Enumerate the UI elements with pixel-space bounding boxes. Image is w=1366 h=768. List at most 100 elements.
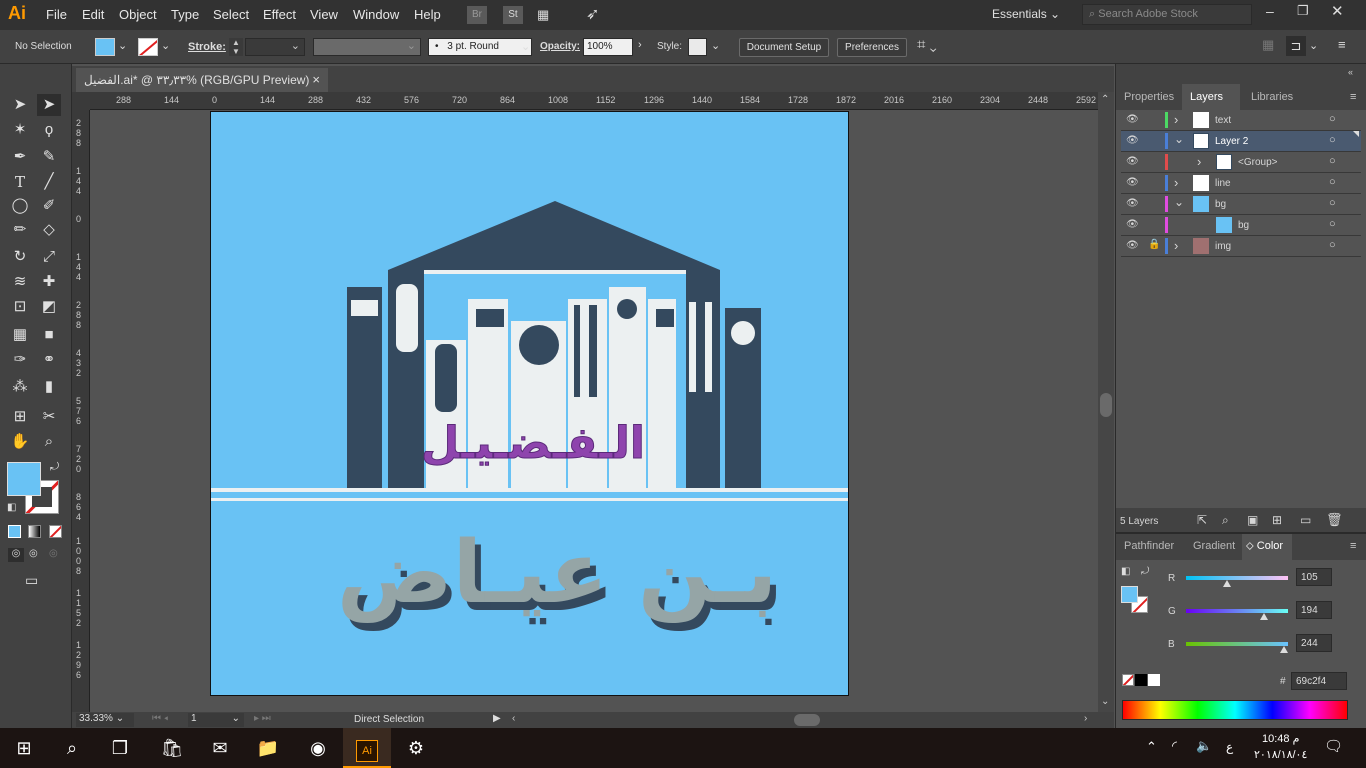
none-mode-icon[interactable] xyxy=(49,525,62,538)
arrange-documents-icon[interactable]: ▦ ⌄ xyxy=(537,7,563,38)
artboard[interactable]: الـفـضـيـل بـن عيـاض بـن عيـاض xyxy=(210,111,849,696)
tab-pathfinder[interactable]: Pathfinder xyxy=(1124,540,1174,552)
color-menu-icon[interactable]: ≡ xyxy=(1350,540,1356,552)
direct-selection-tool-icon[interactable]: ➤ xyxy=(37,94,61,116)
color-spectrum[interactable] xyxy=(1122,700,1348,720)
stroke-weight-stepper[interactable]: ▲ ▼ xyxy=(229,38,243,56)
layer-row-group[interactable]: 👁 › <Group> ○ xyxy=(1121,152,1361,173)
show-hidden-icons[interactable]: ⌃ xyxy=(1146,739,1157,755)
input-language[interactable]: ع xyxy=(1226,740,1233,754)
vertical-ruler[interactable]: 2 8 8 1 4 4 0 1 4 4 2 8 8 4 3 2 5 7 6 7 … xyxy=(72,110,90,712)
scroll-up-icon[interactable]: ⌃ xyxy=(1101,94,1109,105)
stock-search-field[interactable]: ⌕ Search Adobe Stock xyxy=(1082,4,1252,25)
target-circle-icon[interactable]: ○ xyxy=(1329,134,1336,146)
blue-value-field[interactable]: 244 xyxy=(1296,634,1332,652)
red-value-field[interactable]: 105 xyxy=(1296,568,1332,586)
menu-file[interactable]: File xyxy=(46,7,67,22)
expand-chevron-icon[interactable]: ⌄ xyxy=(1174,132,1184,146)
target-circle-icon[interactable]: ○ xyxy=(1329,239,1336,251)
tab-properties[interactable]: Properties xyxy=(1124,84,1174,110)
visibility-eye-icon[interactable]: 👁 xyxy=(1126,156,1139,167)
menu-type[interactable]: Type xyxy=(171,7,199,22)
style-dropdown-icon[interactable]: ⌄ xyxy=(711,39,720,52)
scroll-right-icon[interactable]: › xyxy=(1084,713,1087,724)
delete-layer-icon[interactable]: 🗑 xyxy=(1326,512,1343,528)
next-artboard-icon[interactable]: ▸ ⏭ xyxy=(254,713,271,724)
visibility-eye-icon[interactable]: 👁 xyxy=(1126,198,1139,209)
task-view-icon[interactable]: ❐ xyxy=(96,728,144,768)
status-menu-icon[interactable]: ▶ xyxy=(493,713,501,724)
notifications-icon[interactable]: 🗨 xyxy=(1324,737,1343,755)
layers-menu-icon[interactable]: ≡ xyxy=(1350,91,1356,103)
menu-effect[interactable]: Effect xyxy=(263,7,296,22)
new-sublayer-icon[interactable]: ⊞ xyxy=(1272,513,1282,527)
expand-chevron-icon[interactable]: › xyxy=(1174,112,1178,127)
layer-name[interactable]: line xyxy=(1215,178,1231,189)
export-icon[interactable]: ⇱ xyxy=(1197,513,1207,527)
close-window-button[interactable]: ✕ xyxy=(1331,2,1344,20)
menu-select[interactable]: Select xyxy=(213,7,249,22)
draw-behind-icon[interactable]: ◎ xyxy=(29,548,38,559)
blue-slider-thumb[interactable] xyxy=(1280,646,1288,653)
perspective-grid-icon[interactable]: ▦ xyxy=(8,324,32,346)
chrome-icon[interactable]: ◉ xyxy=(294,728,342,768)
type-tool-icon[interactable]: T xyxy=(8,171,32,193)
layer-name[interactable]: <Group> xyxy=(1238,157,1277,168)
symbol-sprayer-icon[interactable]: ⁂ xyxy=(8,376,32,398)
opacity-label[interactable]: Opacity: xyxy=(540,41,580,52)
pen-tool-icon[interactable]: ✒ xyxy=(8,146,32,168)
minimize-button[interactable]: – xyxy=(1266,3,1274,19)
target-circle-icon[interactable]: ○ xyxy=(1329,218,1336,230)
app-logo[interactable]: Ai xyxy=(8,3,26,24)
menu-object[interactable]: Object xyxy=(119,7,157,22)
graphic-style-swatch[interactable] xyxy=(688,38,707,56)
clock-date[interactable]: ٢٠١٨/١٨/٠٤ xyxy=(1254,748,1307,761)
expand-chevron-icon[interactable]: › xyxy=(1197,154,1201,169)
visibility-eye-icon[interactable]: 👁 xyxy=(1126,219,1139,230)
opacity-field[interactable]: 100% xyxy=(583,38,633,56)
tab-gradient[interactable]: Gradient xyxy=(1193,540,1235,552)
gpu-performance-icon[interactable]: ➶ xyxy=(586,4,599,24)
layer-row-bg[interactable]: 👁 ⌄ bg ○ xyxy=(1121,194,1361,215)
fill-dropdown-icon[interactable]: ⌄ xyxy=(118,39,127,52)
layer-row-line[interactable]: 👁 › line ○ xyxy=(1121,173,1361,194)
hex-field[interactable]: 69c2f4 xyxy=(1291,672,1347,690)
brush-dropdown-icon[interactable]: ⌄ xyxy=(521,40,530,53)
free-transform-icon[interactable]: ⊡ xyxy=(8,296,32,318)
selection-tool-icon[interactable]: ➤ xyxy=(8,94,32,116)
expand-chevron-icon[interactable]: › xyxy=(1174,238,1178,253)
stroke-weight-field[interactable]: ⌄ xyxy=(245,38,305,56)
green-slider[interactable] xyxy=(1186,609,1288,613)
windows-start-icon[interactable]: ⊞ xyxy=(0,728,48,768)
line-tool-icon[interactable]: ╱ xyxy=(37,171,61,193)
layer-row-img[interactable]: 👁 🔒 › img ○ xyxy=(1121,236,1361,257)
brush-definition[interactable]: • 3 pt. Round xyxy=(428,38,532,56)
eraser-icon[interactable]: ◇ xyxy=(37,219,61,241)
gradient-tool-icon[interactable]: ■ xyxy=(37,324,61,346)
bridge-button[interactable]: Br xyxy=(467,6,487,24)
ellipse-tool-icon[interactable]: ◯ xyxy=(8,195,32,217)
red-slider[interactable] xyxy=(1186,576,1288,580)
default-colors-icon[interactable]: ◧ xyxy=(7,502,16,513)
stroke-swatch[interactable] xyxy=(138,38,158,56)
visibility-eye-icon[interactable]: 👁 xyxy=(1126,135,1139,146)
layer-name[interactable]: bg xyxy=(1238,220,1249,231)
layer-row-layer-2[interactable]: 👁 ⌄ Layer 2 ○ xyxy=(1121,131,1361,152)
preferences-button[interactable]: Preferences xyxy=(837,38,907,57)
target-circle-icon[interactable]: ○ xyxy=(1329,113,1336,125)
lock-icon[interactable]: 🔒 xyxy=(1148,239,1160,250)
graph-tool-icon[interactable]: ▮ xyxy=(37,376,61,398)
scale-tool-icon[interactable]: ⤢ xyxy=(37,246,61,268)
green-value-field[interactable]: 194 xyxy=(1296,601,1332,619)
layer-name[interactable]: img xyxy=(1215,241,1231,252)
mini-default-colors-icon[interactable]: ◧ xyxy=(1121,566,1130,577)
swap-colors-icon[interactable]: ⤾ xyxy=(50,461,59,474)
artboard-number-field[interactable]: 1 ⌄ xyxy=(188,713,244,727)
layer-name[interactable]: bg xyxy=(1215,199,1226,210)
none-color-swatch[interactable] xyxy=(1122,674,1134,686)
menu-view[interactable]: View xyxy=(310,7,338,22)
settings-gear-icon[interactable]: ⚙ xyxy=(392,728,440,768)
first-artboard-icon[interactable]: ⏮ ◂ xyxy=(152,713,168,724)
width-tool-icon[interactable]: ≋ xyxy=(8,271,32,293)
logo-artwork[interactable]: الـفـضـيـل بـن عيـاض بـن عيـاض xyxy=(211,112,850,697)
